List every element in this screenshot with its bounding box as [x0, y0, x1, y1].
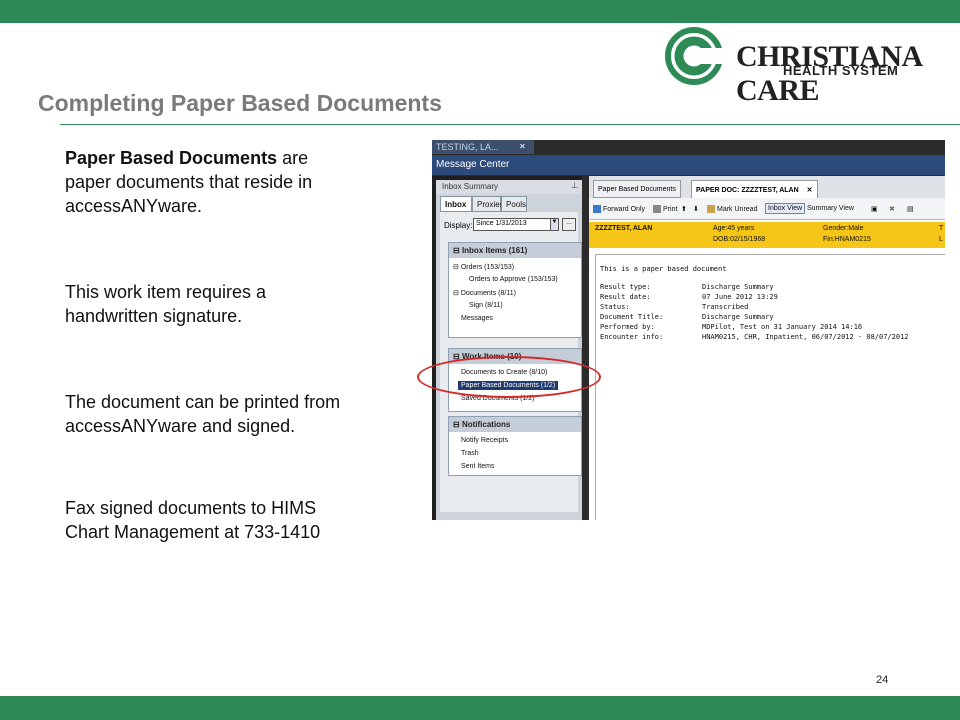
display-select[interactable]: Since 1/31/2013 — [473, 218, 559, 231]
orders-label: Orders (153/153) — [460, 264, 515, 271]
inbox-items-section: ⊟ Inbox Items (161) ⊟ Orders (153/153) O… — [448, 242, 582, 338]
tab-pools[interactable]: Pools — [501, 196, 527, 212]
list-item[interactable]: Sign (8/11) — [469, 302, 503, 309]
list-item[interactable]: Notify Receipts — [461, 437, 508, 444]
list-item[interactable]: Orders to Approve (153/153) — [469, 276, 558, 283]
field-label: Encounter info: — [600, 333, 664, 341]
paragraph-3-line2: accessANYware and signed. — [65, 416, 296, 436]
field-value: 07 June 2012 13:29 — [702, 293, 778, 301]
logo-line2: HEALTH SYSTEM — [783, 63, 899, 78]
tab-paper-doc[interactable]: PAPER DOC: ZZZZTEST, ALAN ✕ — [691, 180, 818, 198]
inbox-view-button[interactable]: Inbox View — [765, 203, 806, 214]
list-item[interactable]: Messages — [461, 315, 493, 322]
message-center-screenshot: TESTING, LA... ✕ Message Center Inbox Su… — [432, 140, 945, 520]
documents-label: Documents (8/11) — [460, 290, 516, 297]
viewer-tabbar: Paper Based Documents PAPER DOC: ZZZZTES… — [589, 176, 945, 198]
field-label: Performed by: — [600, 323, 655, 331]
field-label: Result type: — [600, 283, 651, 291]
display-more-button[interactable]: ... — [562, 218, 576, 231]
inbox-panel: Inbox Summary ⊥ Inbox Proxies Pools Disp… — [432, 176, 582, 520]
patient-fin: Fin:HNAM0215 — [823, 236, 871, 243]
paragraph-3-line1: The document can be printed from — [65, 392, 341, 412]
mark-unread-button[interactable]: Mark Unread — [707, 205, 757, 213]
paragraph-2-line2: handwritten signature. — [65, 306, 243, 326]
tab-proxies[interactable]: Proxies — [472, 196, 504, 212]
close-icon[interactable]: ✕ — [519, 142, 526, 151]
highlight-ellipse — [417, 356, 601, 398]
list-item[interactable]: ⊟ Documents (8/11) — [453, 289, 516, 297]
mark-unread-label: Mark Unread — [717, 205, 758, 213]
document-intro: This is a paper based document — [600, 265, 727, 273]
patient-gender: Gender:Male — [823, 225, 864, 232]
field-value: Discharge Summary — [702, 313, 774, 321]
display-label: Display: — [444, 221, 473, 230]
inbox-summary-header: Inbox Summary ⊥ — [436, 180, 582, 194]
field-value: HNAM0215, CHR, Inpatient, 06/07/2012 - 0… — [702, 333, 909, 341]
list-item[interactable]: ⊟ Orders (153/153) — [453, 263, 514, 271]
field-value: Discharge Summary — [702, 283, 774, 291]
print-label: Print — [663, 205, 678, 213]
paragraph-2-line1: This work item requires a — [65, 282, 267, 302]
forward-icon — [593, 205, 601, 213]
paragraph-1-line3: accessANYware. — [65, 196, 203, 216]
patient-trail-1: T — [939, 225, 944, 232]
chevron-down-icon[interactable]: ▼ — [550, 218, 559, 231]
paragraph-3: The document can be printed from accessA… — [65, 390, 425, 438]
paragraph-4-line2: Chart Management at 733-1410 — [65, 522, 321, 542]
paragraph-2: This work item requires a handwritten si… — [65, 280, 425, 328]
field-value: MDPilot, Test on 31 January 2014 14:16 — [702, 323, 863, 331]
paragraph-1-line2: paper documents that reside in — [65, 172, 313, 192]
printer-icon — [653, 205, 661, 213]
close-icon[interactable]: ✕ — [807, 187, 813, 194]
window-tab-label: TESTING, LA... — [436, 142, 499, 152]
field-label: Result date: — [600, 293, 651, 301]
forward-only-label: Forward Only — [603, 205, 646, 213]
patient-banner: ZZZZTEST, ALAN Age:45 years DOB:02/15/19… — [589, 222, 945, 248]
inbox-items-header[interactable]: ⊟ Inbox Items (161) — [449, 243, 581, 258]
inbox-summary-label: Inbox Summary — [442, 182, 499, 191]
document-viewer: Paper Based Documents PAPER DOC: ZZZZTES… — [589, 176, 945, 520]
list-item[interactable]: Trash — [461, 450, 479, 457]
paragraph-1: Paper Based Documents are paper document… — [65, 146, 425, 218]
notifications-header-label: Notifications — [461, 420, 511, 429]
field-label: Document Title: — [600, 313, 664, 321]
logo-ring-icon — [665, 27, 724, 85]
document-content: This is a paper based document Result ty… — [595, 254, 945, 520]
delete-icon[interactable]: ✖ — [889, 205, 895, 213]
page-number: 24 — [876, 674, 889, 686]
paragraph-1-bold: Paper Based Documents — [65, 148, 278, 168]
refresh-icon[interactable]: ▣ — [871, 205, 878, 213]
bottom-accent-bar — [0, 696, 960, 720]
notifications-section: ⊟ Notifications Notify Receipts Trash Se… — [448, 416, 582, 476]
top-accent-bar — [0, 0, 960, 23]
list-item[interactable]: Sent Items — [461, 463, 494, 470]
patient-dob: DOB:02/15/1968 — [713, 236, 766, 243]
paragraph-4: Fax signed documents to HIMS Chart Manag… — [65, 496, 425, 544]
pin-icon[interactable]: ⊥ — [571, 181, 578, 190]
paragraph-1-line1: are — [277, 148, 309, 168]
field-label: Status: — [600, 303, 630, 311]
window-tab[interactable]: TESTING, LA... ✕ — [432, 140, 534, 154]
field-value: Transcribed — [702, 303, 749, 311]
summary-view-button[interactable]: Summary View — [807, 205, 854, 212]
patient-trail-2: L — [939, 236, 943, 243]
notifications-header[interactable]: ⊟ Notifications — [449, 417, 581, 432]
mail-icon — [707, 205, 715, 213]
viewer-toolbar: Forward Only Print ⬆ ⬇ Mark Unread Inbox… — [589, 198, 945, 220]
tab-paper-based-documents[interactable]: Paper Based Documents — [593, 180, 681, 198]
patient-name: ZZZZTEST, ALAN — [595, 225, 653, 232]
page-title: Completing Paper Based Documents — [38, 90, 442, 116]
message-center-header: Message Center — [432, 155, 945, 175]
tab-paper-doc-label: PAPER DOC: ZZZZTEST, ALAN — [696, 187, 799, 194]
title-divider — [60, 124, 960, 125]
view-icon[interactable]: ▤ — [907, 205, 914, 213]
paragraph-4-line1: Fax signed documents to HIMS — [65, 498, 317, 518]
forward-only-button[interactable]: Forward Only — [593, 205, 645, 213]
tab-inbox[interactable]: Inbox — [440, 196, 472, 212]
next-icon[interactable]: ⬇ — [693, 205, 699, 213]
patient-age: Age:45 years — [713, 225, 755, 232]
print-button[interactable]: Print — [653, 205, 677, 213]
previous-icon[interactable]: ⬆ — [681, 205, 687, 213]
inbox-items-header-label: Inbox Items (161) — [461, 246, 528, 255]
